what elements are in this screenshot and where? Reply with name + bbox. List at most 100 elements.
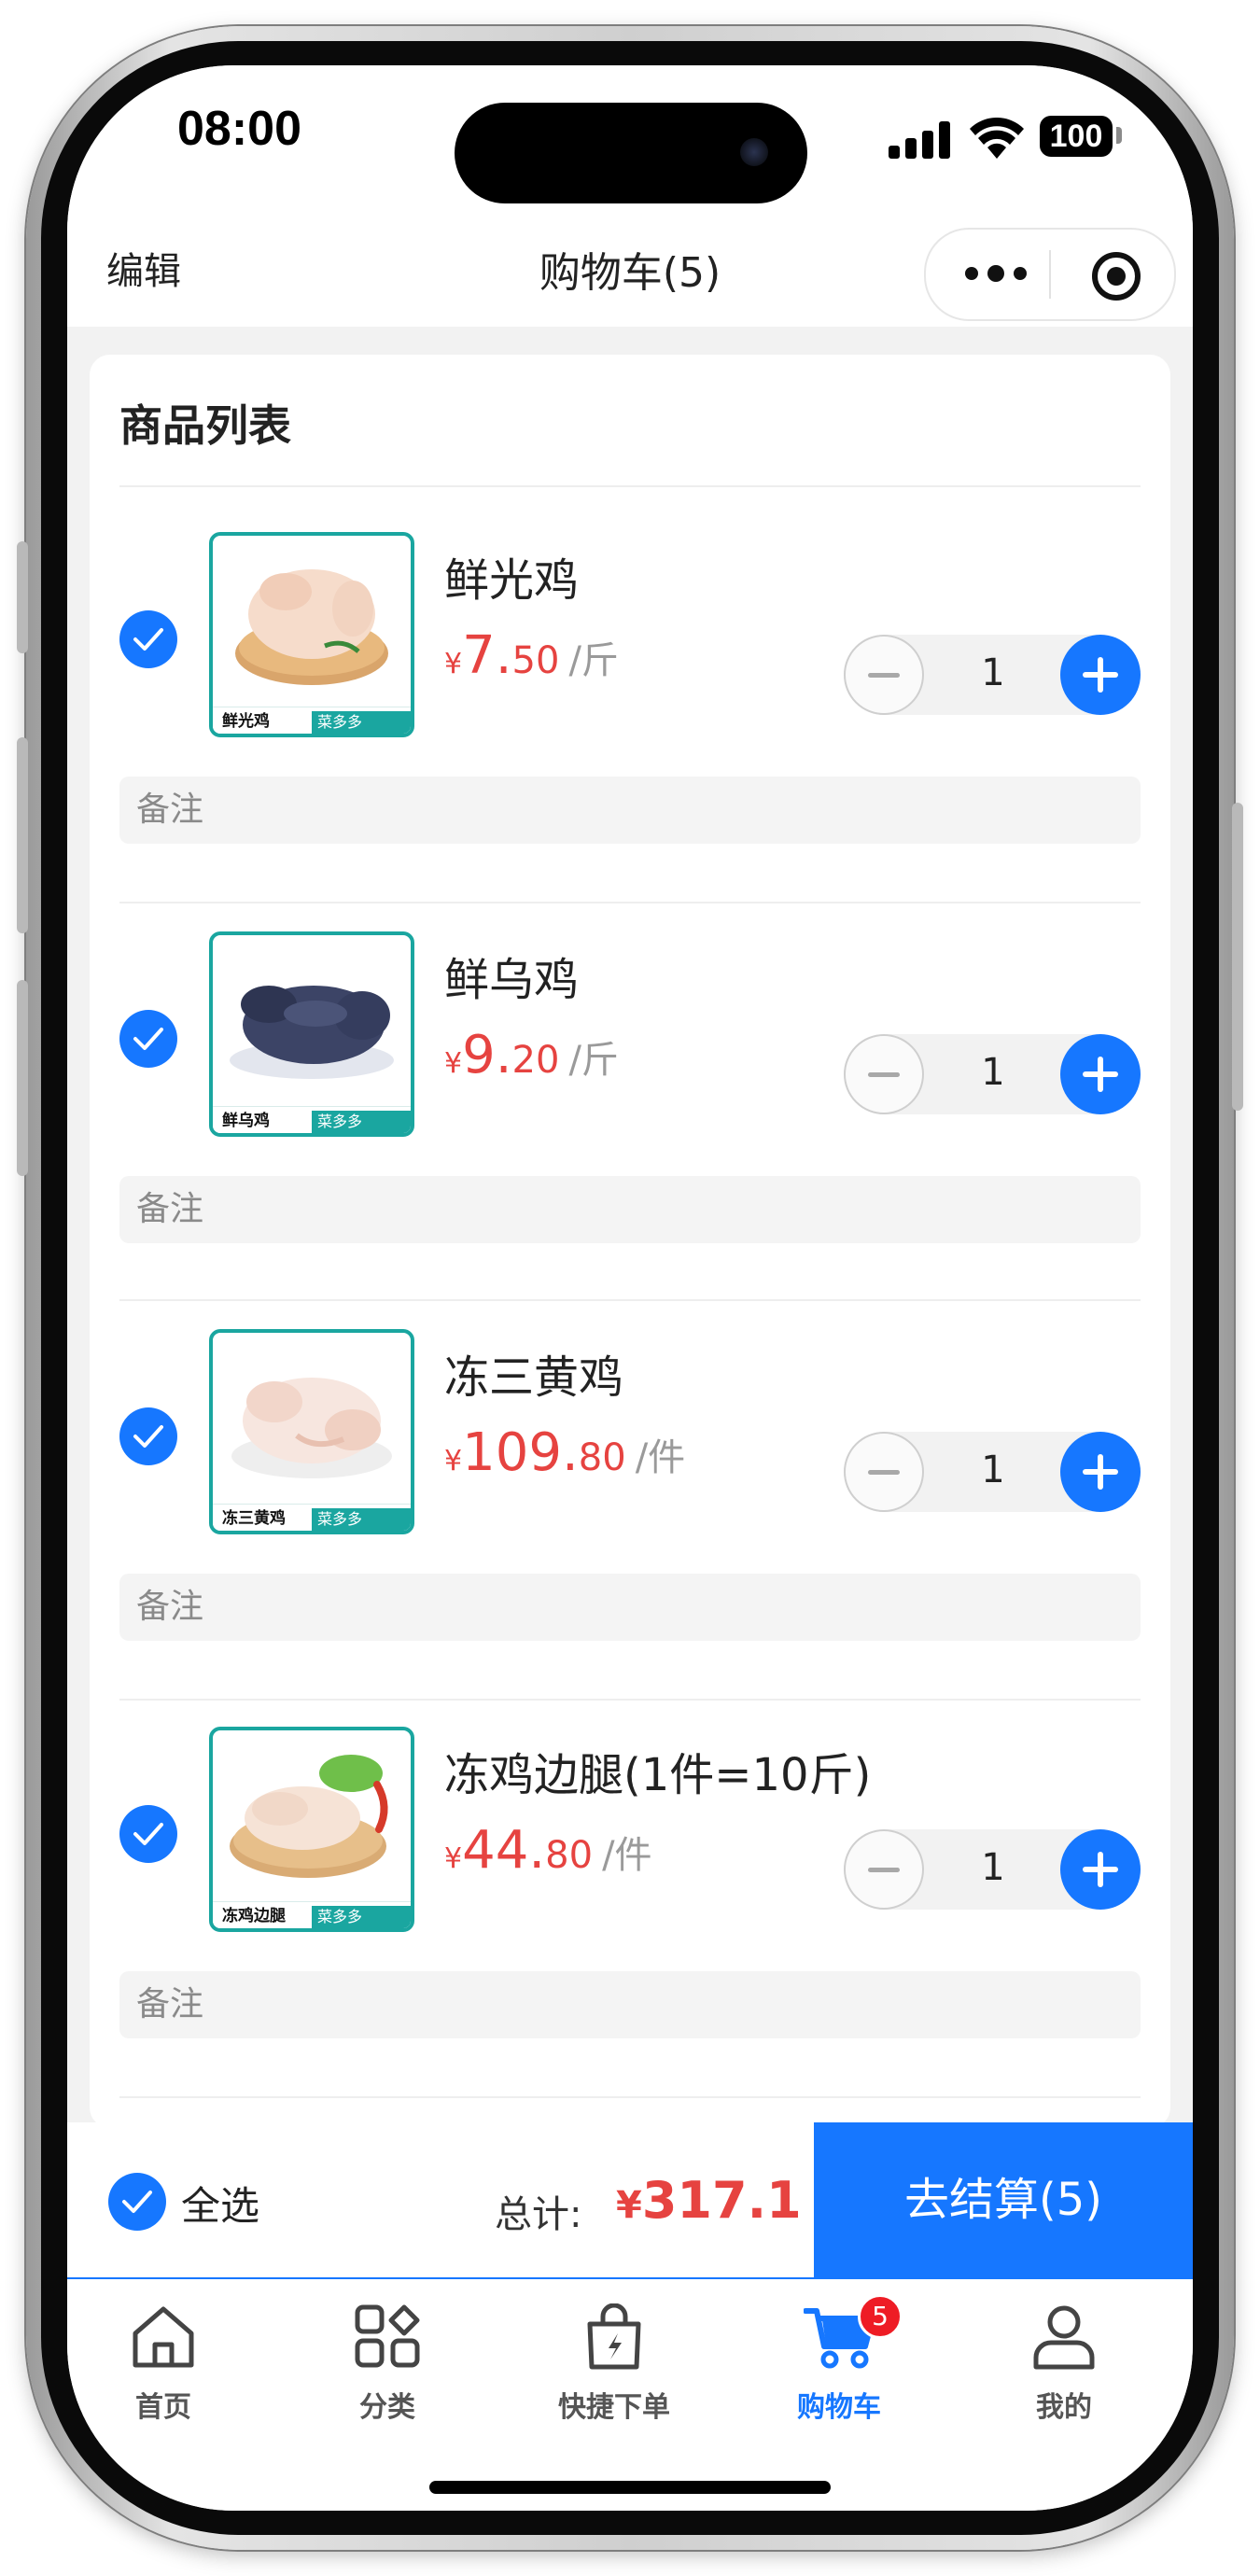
item-checkbox[interactable] xyxy=(119,1010,177,1068)
tab-cart[interactable]: 5 购物车 xyxy=(746,2294,932,2425)
cart-item: 鲜光鸡 菜多多 鲜光鸡 ¥7.50/斤 1 备注 xyxy=(90,487,1170,887)
select-all-checkbox[interactable] xyxy=(108,2173,166,2231)
select-all-label[interactable]: 全选 xyxy=(181,2175,259,2232)
miniprogram-capsule xyxy=(924,228,1176,321)
brand-tag: 菜多多 xyxy=(312,1906,411,1928)
product-image[interactable]: 冻鸡边腿 菜多多 xyxy=(209,1727,414,1932)
increase-button[interactable] xyxy=(1060,635,1141,715)
price-integer: 109. xyxy=(462,1422,579,1483)
tab-label: 首页 xyxy=(135,2391,191,2424)
volume-up-button xyxy=(17,737,28,933)
quantity-value[interactable]: 1 xyxy=(974,1449,1012,1491)
product-image[interactable]: 鲜乌鸡 菜多多 xyxy=(209,931,414,1137)
image-caption-strip: 鲜光鸡 菜多多 xyxy=(213,707,411,734)
image-caption: 冻鸡边腿 xyxy=(222,1907,286,1925)
capsule-divider xyxy=(1049,250,1051,299)
total-amount: ¥317.1 xyxy=(616,2171,802,2230)
item-checkbox[interactable] xyxy=(119,610,177,668)
price-unit: /斤 xyxy=(568,639,619,682)
decrease-button[interactable] xyxy=(844,1829,924,1910)
cart-item: 冻三黄鸡 菜多多 冻三黄鸡 ¥109.80/件 1 备注 xyxy=(90,1284,1170,1684)
tab-mine[interactable]: 我的 xyxy=(971,2303,1157,2425)
divider xyxy=(119,2096,1141,2098)
decrease-button[interactable] xyxy=(844,1432,924,1512)
product-price: ¥7.50/斤 xyxy=(444,625,619,686)
status-bar: 08:00 100 xyxy=(67,65,1193,213)
image-caption-strip: 冻三黄鸡 菜多多 xyxy=(213,1504,411,1531)
tab-label: 分类 xyxy=(359,2391,415,2424)
quantity-stepper: 1 xyxy=(844,1034,1141,1114)
tab-bar: 首页 分类 快捷下单 5 购物车 我的 xyxy=(67,2279,1193,2511)
brand-tag: 菜多多 xyxy=(312,1111,411,1133)
action-button xyxy=(17,541,28,653)
volume-down-button xyxy=(17,980,28,1176)
status-time: 08:00 xyxy=(177,102,301,156)
quick-order-bag-icon xyxy=(587,2303,641,2370)
item-checkbox[interactable] xyxy=(119,1407,177,1465)
quantity-value[interactable]: 1 xyxy=(974,1051,1012,1094)
checkout-button[interactable]: 去结算(5) xyxy=(814,2122,1193,2277)
home-icon xyxy=(133,2306,194,2368)
nav-bar: 编辑 购物车(5) xyxy=(67,213,1193,327)
price-integer: 44. xyxy=(462,1820,546,1881)
decrease-button[interactable] xyxy=(844,635,924,715)
check-icon xyxy=(133,1425,163,1448)
price-decimal: 80 xyxy=(545,1834,594,1877)
home-indicator[interactable] xyxy=(429,2481,831,2494)
product-image[interactable]: 鲜光鸡 菜多多 xyxy=(209,532,414,737)
chicken-image xyxy=(235,569,388,685)
remark-input[interactable]: 备注 xyxy=(119,1971,1141,2038)
dynamic-island xyxy=(455,103,807,203)
frozen-chicken-image xyxy=(231,1378,392,1478)
product-name: 鲜光鸡 xyxy=(444,554,580,607)
currency-symbol: ¥ xyxy=(444,648,463,680)
black-chicken-image xyxy=(230,986,394,1079)
product-image[interactable]: 冻三黄鸡 菜多多 xyxy=(209,1329,414,1534)
increase-button[interactable] xyxy=(1060,1432,1141,1512)
product-price: ¥44.80/件 xyxy=(444,1820,652,1881)
more-dots-icon[interactable] xyxy=(965,265,1040,282)
image-caption: 鲜光鸡 xyxy=(222,712,270,731)
cart-item: 冻鸡边腿 菜多多 冻鸡边腿(1件=10斤) ¥44.80/件 1 备注 xyxy=(90,1682,1170,2081)
remark-input[interactable]: 备注 xyxy=(119,1574,1141,1641)
tab-label: 购物车 xyxy=(797,2391,881,2424)
total-label: 总计: xyxy=(495,2193,582,2236)
price-unit: /斤 xyxy=(568,1039,619,1082)
item-checkbox[interactable] xyxy=(119,1805,177,1863)
power-button xyxy=(1232,803,1243,1111)
increase-button[interactable] xyxy=(1060,1829,1141,1910)
cart-item: 鲜乌鸡 菜多多 鲜乌鸡 ¥9.20/斤 1 备注 xyxy=(90,887,1170,1286)
wifi-icon xyxy=(970,118,1024,159)
brand-tag: 菜多多 xyxy=(312,1508,411,1531)
image-caption: 鲜乌鸡 xyxy=(222,1112,270,1130)
product-price: ¥9.20/斤 xyxy=(444,1025,619,1085)
quantity-value[interactable]: 1 xyxy=(974,1846,1012,1889)
tab-quick-order[interactable]: 快捷下单 xyxy=(521,2303,707,2425)
quantity-value[interactable]: 1 xyxy=(974,651,1012,694)
remark-input[interactable]: 备注 xyxy=(119,777,1141,844)
price-integer: 9. xyxy=(462,1025,512,1085)
currency-symbol: ¥ xyxy=(616,2184,642,2227)
remark-input[interactable]: 备注 xyxy=(119,1176,1141,1243)
section-title: 商品列表 xyxy=(119,400,291,451)
price-unit: /件 xyxy=(635,1436,686,1479)
product-name: 冻三黄鸡 xyxy=(444,1351,624,1404)
currency-symbol: ¥ xyxy=(444,1445,463,1477)
image-caption-strip: 冻鸡边腿 菜多多 xyxy=(213,1901,411,1928)
currency-symbol: ¥ xyxy=(444,1842,463,1875)
tab-label: 我的 xyxy=(1036,2391,1092,2424)
tab-category[interactable]: 分类 xyxy=(294,2303,481,2425)
check-icon xyxy=(133,1823,163,1845)
quantity-stepper: 1 xyxy=(844,1432,1141,1512)
category-grid-icon xyxy=(355,2304,420,2368)
check-icon xyxy=(133,1028,163,1050)
user-icon xyxy=(1033,2305,1095,2370)
tab-label: 快捷下单 xyxy=(558,2391,670,2424)
quantity-stepper: 1 xyxy=(844,635,1141,715)
product-price: ¥109.80/件 xyxy=(444,1422,685,1483)
cart-count-badge: 5 xyxy=(858,2294,903,2339)
target-circle-icon[interactable] xyxy=(1092,252,1141,301)
decrease-button[interactable] xyxy=(844,1034,924,1114)
increase-button[interactable] xyxy=(1060,1034,1141,1114)
tab-home[interactable]: 首页 xyxy=(70,2303,257,2425)
